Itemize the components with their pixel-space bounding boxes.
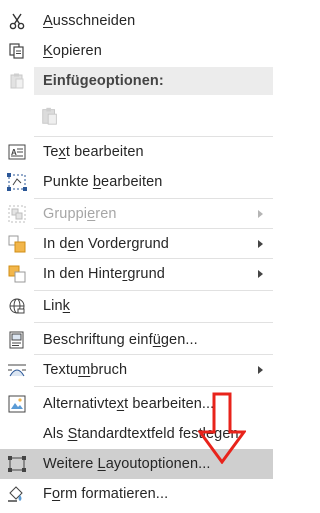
edit-points-icon — [7, 172, 27, 192]
menu-item-group: Gruppieren — [0, 199, 273, 229]
menu-item-label: Textumbruch — [43, 362, 128, 378]
menu-item-format-shape[interactable]: Form formatieren... — [0, 479, 273, 509]
paste-option-row — [0, 98, 273, 134]
menu-item-label: Weitere Layoutoptionen... — [43, 456, 211, 472]
menu-separator — [34, 386, 273, 387]
menu-item-send-to-back[interactable]: In den Hintergrund — [0, 259, 273, 289]
menu-item-label: Kopieren — [43, 43, 102, 59]
text-wrap-icon — [7, 360, 27, 380]
submenu-arrow-icon — [258, 366, 263, 374]
menu-item-copy[interactable]: Kopieren — [0, 36, 273, 66]
send-to-back-icon — [7, 264, 27, 284]
link-icon — [7, 296, 27, 316]
red-down-arrow-annotation — [198, 392, 246, 464]
menu-item-cut[interactable]: Ausschneiden — [0, 6, 273, 36]
scissors-icon — [7, 11, 27, 31]
submenu-arrow-icon — [258, 210, 263, 218]
paste-options-header: Einfügeoptionen: — [34, 67, 273, 95]
submenu-arrow-icon — [258, 270, 263, 278]
paste-icon — [7, 71, 27, 91]
menu-item-label: Link — [43, 298, 71, 314]
alt-text-icon — [7, 394, 27, 414]
paste-options-label: Einfügeoptionen: — [43, 73, 164, 89]
menu-separator — [34, 322, 273, 323]
menu-item-edit-text[interactable]: A Text bearbeiten — [0, 137, 273, 167]
caption-icon — [7, 330, 27, 350]
menu-item-label: Gruppieren — [43, 206, 117, 222]
menu-item-label: Alternativtext bearbeiten... — [43, 396, 215, 412]
menu-item-label: Form formatieren... — [43, 486, 169, 502]
layout-options-icon — [7, 454, 27, 474]
menu-item-edit-points[interactable]: Punkte bearbeiten — [0, 167, 273, 197]
menu-item-link[interactable]: Link — [0, 291, 273, 321]
menu-item-label: Beschriftung einfügen... — [43, 332, 198, 348]
bring-to-front-icon — [7, 234, 27, 254]
menu-item-label: In den Hintergrund — [43, 266, 165, 282]
menu-item-bring-to-front[interactable]: In den Vordergrund — [0, 229, 273, 259]
menu-item-label: Ausschneiden — [43, 13, 136, 29]
menu-item-label: Punkte bearbeiten — [43, 174, 163, 190]
format-shape-icon — [7, 484, 27, 504]
context-menu: Ausschneiden Kopieren Einfügeoptionen: A… — [0, 0, 273, 513]
menu-item-insert-caption[interactable]: Beschriftung einfügen... — [0, 325, 273, 355]
copy-icon — [7, 41, 27, 61]
clipboard-icon[interactable] — [40, 106, 60, 126]
text-box-icon: A — [7, 142, 27, 162]
paste-options-row: Einfügeoptionen: — [0, 66, 273, 96]
submenu-arrow-icon — [258, 240, 263, 248]
menu-item-label: Text bearbeiten — [43, 144, 144, 160]
menu-item-label: In den Vordergrund — [43, 236, 169, 252]
menu-item-text-wrap[interactable]: Textumbruch — [0, 355, 273, 385]
group-icon — [7, 204, 27, 224]
